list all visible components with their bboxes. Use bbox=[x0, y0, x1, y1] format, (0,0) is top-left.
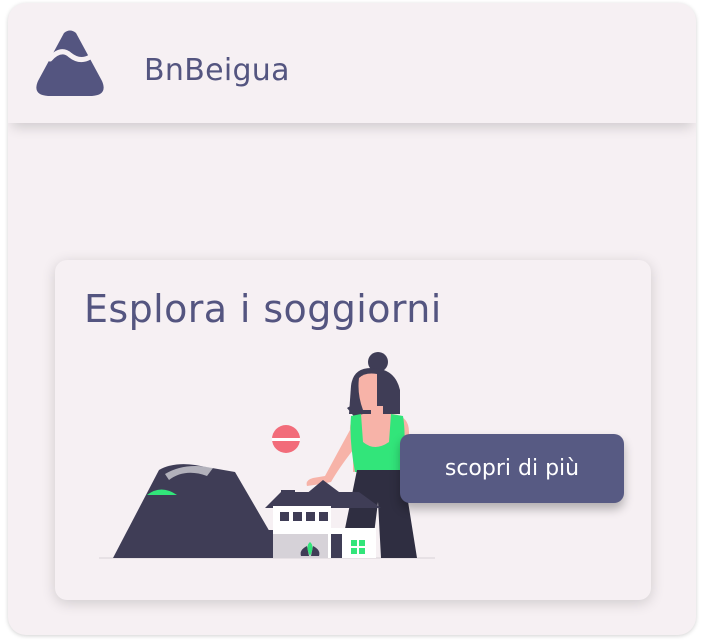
card-title: Esplora i soggiorni bbox=[84, 287, 442, 331]
discover-more-button[interactable]: scopri di più bbox=[400, 434, 624, 503]
explore-card: Esplora i soggiorni scopri di più bbox=[55, 260, 651, 600]
woman-house-mountain-illustration bbox=[99, 352, 435, 559]
app-name: BnBeigua bbox=[144, 53, 290, 88]
mountain-logo-icon[interactable] bbox=[34, 29, 106, 99]
app-frame: BnBeigua Esplora i soggiorni scopri di p… bbox=[8, 3, 696, 635]
top-app-bar: BnBeigua bbox=[8, 3, 696, 123]
